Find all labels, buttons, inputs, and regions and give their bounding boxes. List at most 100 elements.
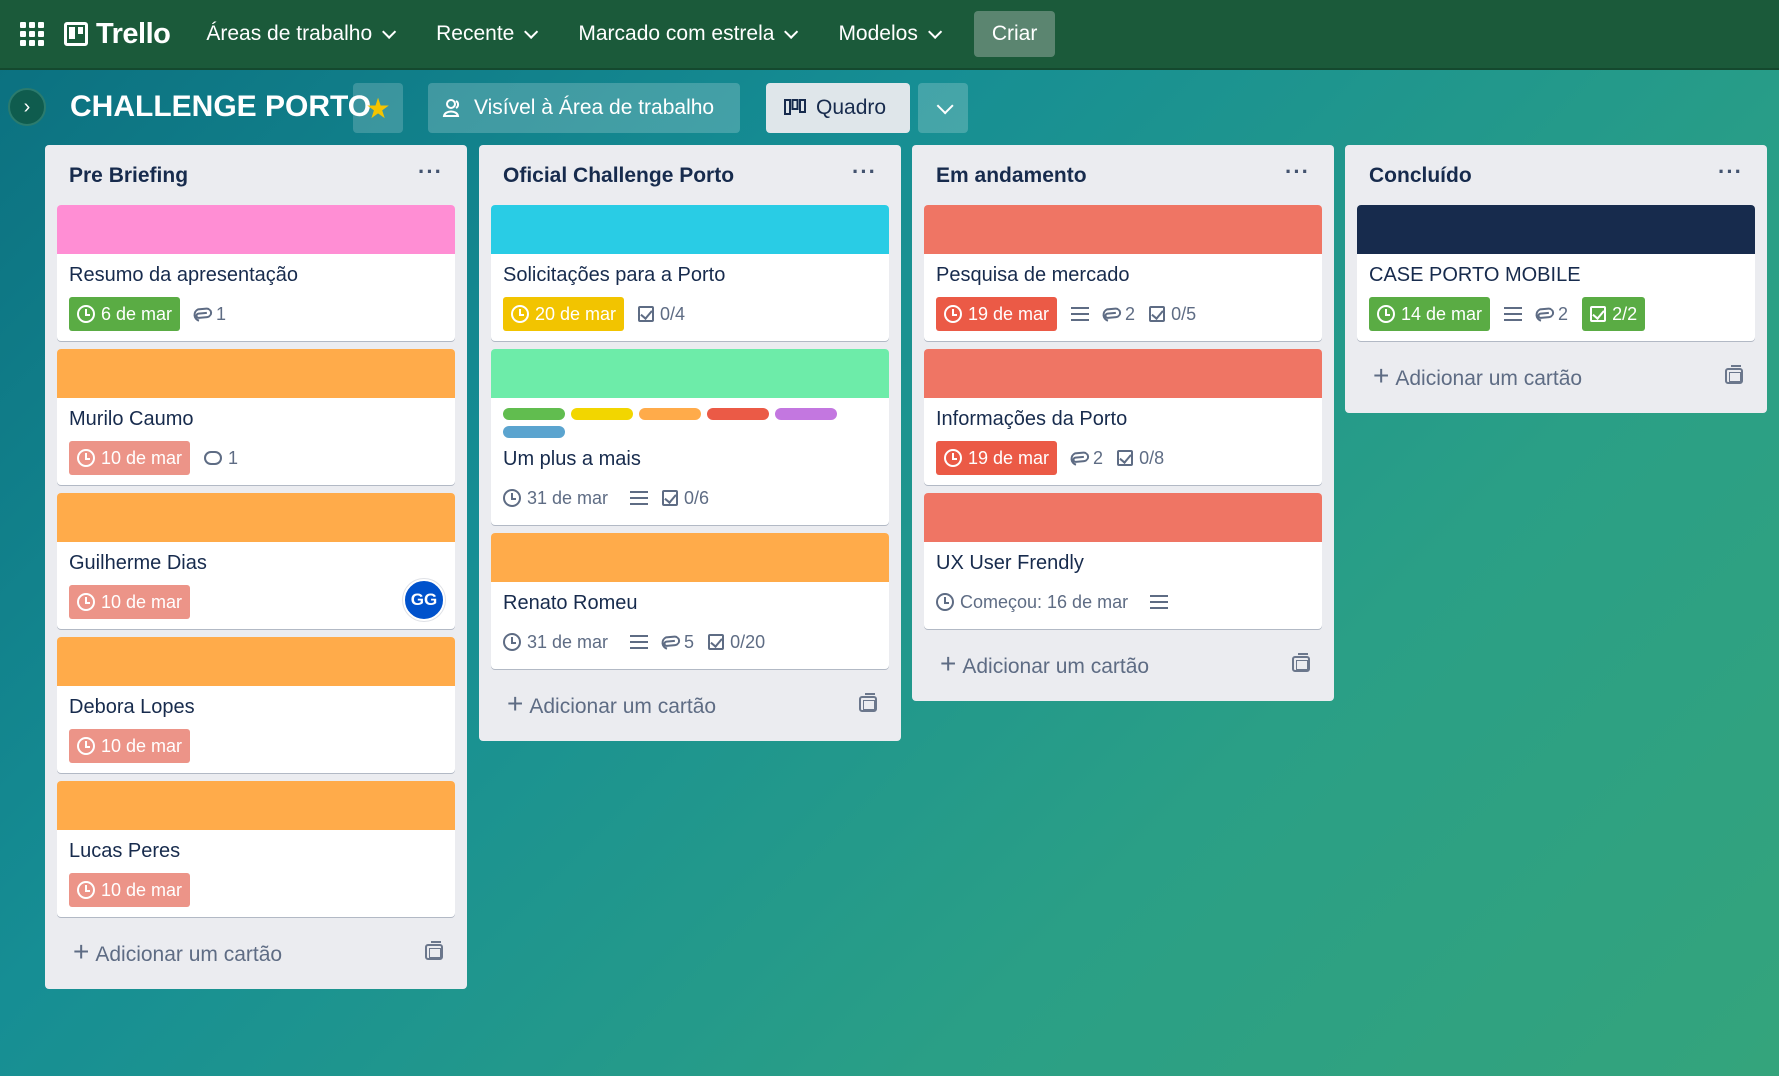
card-cover	[57, 205, 455, 254]
checklist-icon	[1117, 450, 1134, 466]
card-badges: 10 de mar	[69, 873, 443, 907]
clock-icon	[944, 305, 962, 323]
due-date-badge[interactable]: 19 de mar	[936, 441, 1058, 475]
card[interactable]: Guilherme Dias 10 de mar GG	[57, 493, 455, 629]
card-badges: 10 de mar	[69, 729, 443, 763]
paperclip-icon	[190, 302, 214, 326]
card-body: Lucas Peres 10 de mar	[57, 830, 455, 917]
view-switcher-button[interactable]	[918, 83, 968, 133]
due-date-badge[interactable]: 10 de mar	[69, 873, 191, 907]
add-card-button[interactable]: + Adicionar um cartão	[924, 639, 1322, 689]
board-view-button[interactable]: Quadro	[766, 83, 910, 133]
card[interactable]: CASE PORTO MOBILE 14 de mar 2 2/2	[1357, 205, 1755, 341]
due-date-badge[interactable]: 14 de mar	[1369, 297, 1491, 331]
add-card-button[interactable]: + Adicionar um cartão	[1357, 351, 1755, 401]
list: Pre Briefing ··· Resumo da apresentação 6 d…	[45, 145, 467, 989]
app-switcher-icon[interactable]	[18, 20, 46, 48]
due-date-badge[interactable]: 10 de mar	[69, 585, 191, 619]
card-label[interactable]	[639, 408, 701, 420]
add-card-button[interactable]: + Adicionar um cartão	[491, 679, 889, 729]
create-from-template-icon[interactable]	[859, 693, 877, 712]
list: Oficial Challenge Porto ··· Solicitações p…	[479, 145, 901, 741]
card[interactable]: Informações da Porto 19 de mar 2 0/8	[924, 349, 1322, 485]
due-date-badge[interactable]: 10 de mar	[69, 729, 191, 763]
card-labels[interactable]	[503, 408, 843, 438]
list-menu-icon[interactable]: ···	[1718, 159, 1743, 185]
card-badges: 14 de mar 2 2/2	[1369, 297, 1743, 331]
card[interactable]: UX User Frendly Começou: 16 de mar	[924, 493, 1322, 629]
card-title: Um plus a mais	[503, 448, 641, 470]
card-label[interactable]	[571, 408, 633, 420]
card[interactable]: Murilo Caumo 10 de mar 1	[57, 349, 455, 485]
card-label[interactable]	[503, 426, 565, 438]
card[interactable]: Pesquisa de mercado 19 de mar 2 0/5	[924, 205, 1322, 341]
paperclip-icon	[1532, 302, 1556, 326]
card-badges: 10 de mar 1	[69, 441, 443, 475]
add-card-button[interactable]: + Adicionar um cartão	[57, 927, 455, 977]
create-from-template-icon[interactable]	[1725, 365, 1743, 384]
card-badges: 20 de mar 0/4	[503, 297, 877, 331]
star-board-button[interactable]: ★	[353, 83, 403, 133]
create-from-template-icon[interactable]	[425, 941, 443, 960]
nav-menu-starred[interactable]: Marcado com estrela	[578, 22, 799, 46]
board-title[interactable]: CHALLENGE PORTO	[70, 90, 371, 124]
list-menu-icon[interactable]: ···	[418, 159, 443, 185]
list-menu-icon[interactable]: ···	[852, 159, 877, 185]
due-date-badge[interactable]: 20 de mar	[503, 297, 625, 331]
card-badges: 19 de mar 2 0/8	[936, 441, 1310, 475]
card[interactable]: Debora Lopes 10 de mar	[57, 637, 455, 773]
due-date-badge[interactable]: 6 de mar	[69, 297, 181, 331]
create-button[interactable]: Criar	[973, 11, 1056, 57]
card-title: Debora Lopes	[69, 696, 195, 718]
card[interactable]: Lucas Peres 10 de mar	[57, 781, 455, 917]
paperclip-icon	[1067, 446, 1091, 470]
attachments-count: 2	[1093, 447, 1104, 468]
checklist-icon	[708, 634, 725, 650]
due-date-text: 10 de mar	[101, 447, 183, 468]
nav-menu-workspaces[interactable]: Áreas de trabalho	[206, 22, 397, 46]
trello-logo[interactable]: Trello	[64, 18, 171, 51]
checklist-badge: 2/2	[1582, 297, 1646, 331]
due-date-text: 31 de mar	[527, 487, 609, 508]
add-card-label-wrap: + Adicionar um cartão	[940, 648, 1149, 680]
due-date-badge[interactable]: 19 de mar	[936, 297, 1058, 331]
list-header[interactable]: Concluído ···	[1357, 155, 1755, 197]
due-date-badge[interactable]: 31 de mar	[503, 481, 616, 515]
list-title[interactable]: Oficial Challenge Porto	[503, 164, 734, 188]
clock-icon	[511, 305, 529, 323]
due-date-badge[interactable]: 31 de mar	[503, 625, 616, 659]
list-header[interactable]: Em andamento ···	[924, 155, 1322, 197]
list-title[interactable]: Concluído	[1369, 164, 1472, 188]
people-icon	[442, 99, 460, 117]
card[interactable]: Renato Romeu 31 de mar 5 0/20	[491, 533, 889, 669]
card[interactable]: Um plus a mais 31 de mar 0/6	[491, 349, 889, 525]
checklist-icon	[638, 306, 655, 322]
card[interactable]: Resumo da apresentação 6 de mar 1	[57, 205, 455, 341]
checklist-badge: 0/5	[1149, 304, 1196, 325]
avatar[interactable]: GG	[403, 579, 445, 621]
comments-count: 1	[228, 447, 239, 468]
list-header[interactable]: Oficial Challenge Porto ···	[491, 155, 889, 197]
create-from-template-icon[interactable]	[1292, 653, 1310, 672]
sidebar-expand-button[interactable]: ›	[8, 88, 46, 126]
card-label[interactable]	[503, 408, 565, 420]
nav-menu-recent[interactable]: Recente	[436, 22, 539, 46]
board-header: › CHALLENGE PORTO ★ Visível à Área de tr…	[0, 78, 1779, 138]
clock-icon	[503, 633, 521, 651]
list-title[interactable]: Pre Briefing	[69, 164, 188, 188]
card[interactable]: Solicitações para a Porto 20 de mar 0/4	[491, 205, 889, 341]
due-date-badge[interactable]: Começou: 16 de mar	[936, 585, 1136, 619]
due-date-badge[interactable]: 10 de mar	[69, 441, 191, 475]
list-title[interactable]: Em andamento	[936, 164, 1087, 188]
card-label[interactable]	[775, 408, 837, 420]
card-label[interactable]	[707, 408, 769, 420]
description-icon	[1150, 595, 1169, 609]
due-date-text: 19 de mar	[968, 447, 1050, 468]
card-badges: 31 de mar 5 0/20	[503, 625, 877, 659]
list-header[interactable]: Pre Briefing ···	[57, 155, 455, 197]
visibility-button[interactable]: Visível à Área de trabalho	[428, 83, 740, 133]
list-menu-icon[interactable]: ···	[1285, 159, 1310, 185]
nav-menu-templates[interactable]: Modelos	[838, 22, 943, 46]
due-date-text: Começou: 16 de mar	[960, 591, 1129, 612]
chevron-down-icon	[784, 24, 799, 39]
